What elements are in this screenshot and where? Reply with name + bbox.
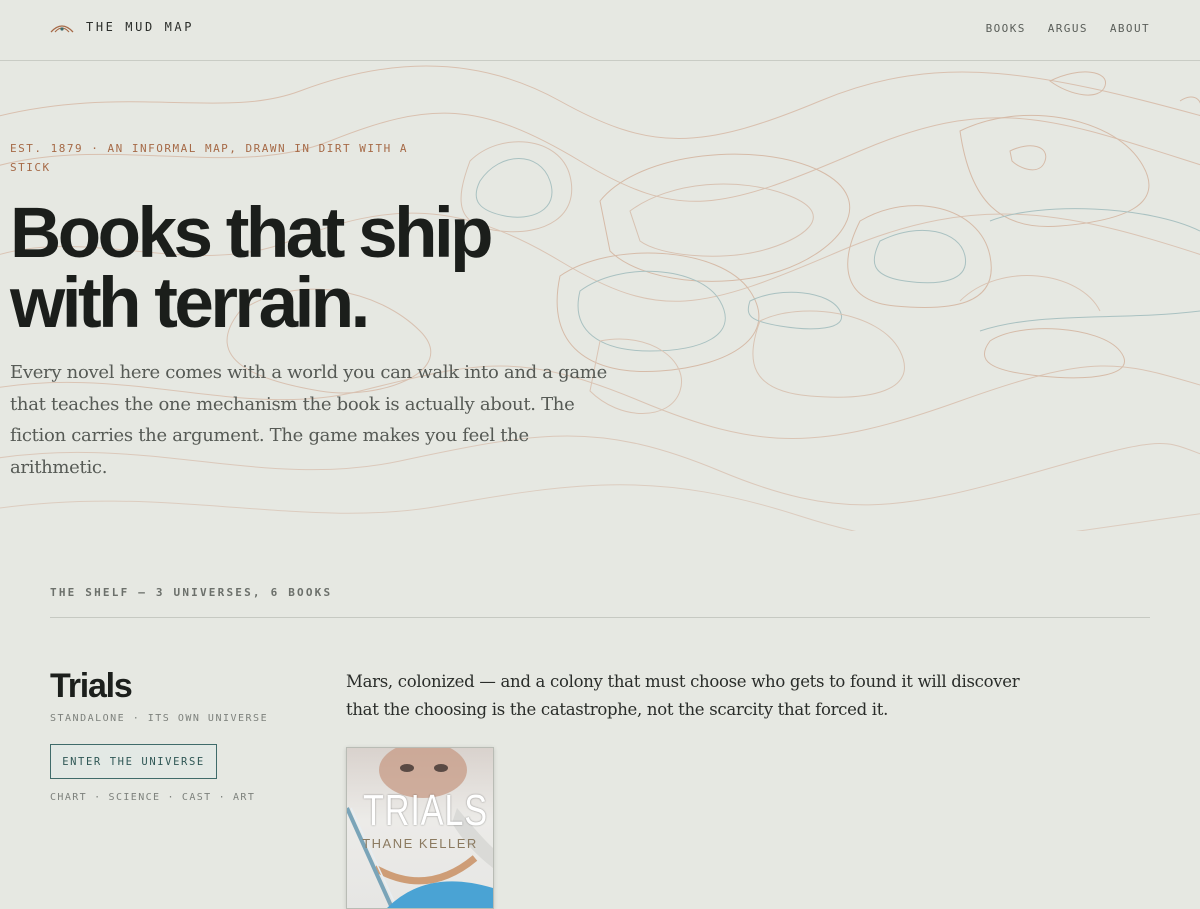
cover-title: TRIALS (363, 786, 488, 835)
book-meta: STANDALONE · ITS OWN UNIVERSE (50, 713, 269, 724)
book-links: CHART · SCIENCE · CAST · ART (50, 792, 255, 803)
hero-lede: Every novel here comes with a world you … (10, 362, 607, 478)
book-description: Mars, colonized — and a colony that must… (346, 672, 1020, 719)
book-link-chart[interactable]: CHART (50, 792, 87, 803)
link-separator: · (94, 792, 102, 803)
brand-name: THE MUD MAP (86, 20, 195, 34)
book-link-art[interactable]: ART (233, 792, 255, 803)
book-cover[interactable]: TRIALS THANE KELLER (346, 747, 494, 909)
nav-about[interactable]: ABOUT (1110, 22, 1150, 35)
hero-headline: Books that ship with terrain. (10, 194, 494, 343)
book-title[interactable]: Trials (50, 667, 133, 706)
hero-eyebrow: EST. 1879 · AN INFORMAL MAP, DRAWN IN DI… (10, 142, 409, 174)
book-link-science[interactable]: SCIENCE (109, 792, 161, 803)
enter-universe-button[interactable]: ENTER THE UNIVERSE (50, 744, 217, 779)
nav-books[interactable]: BOOKS (986, 22, 1026, 35)
main-nav: BOOKS ARGUS ABOUT (986, 22, 1150, 35)
brand[interactable]: THE MUD MAP (50, 20, 194, 34)
hero-content: EST. 1879 · AN INFORMAL MAP, DRAWN IN DI… (10, 139, 610, 483)
nav-argus[interactable]: ARGUS (1048, 22, 1088, 35)
link-separator: · (167, 792, 175, 803)
cover-author: THANE KELLER (362, 836, 478, 851)
shelf-divider (50, 617, 1150, 618)
mountain-sun-icon (50, 25, 74, 33)
shelf-label: THE SHELF — 3 UNIVERSES, 6 BOOKS (50, 586, 333, 599)
book-link-cast[interactable]: CAST (182, 792, 212, 803)
hero: EST. 1879 · AN INFORMAL MAP, DRAWN IN DI… (0, 61, 1200, 531)
top-bar: THE MUD MAP BOOKS ARGUS ABOUT (0, 0, 1200, 61)
link-separator: · (218, 792, 227, 803)
